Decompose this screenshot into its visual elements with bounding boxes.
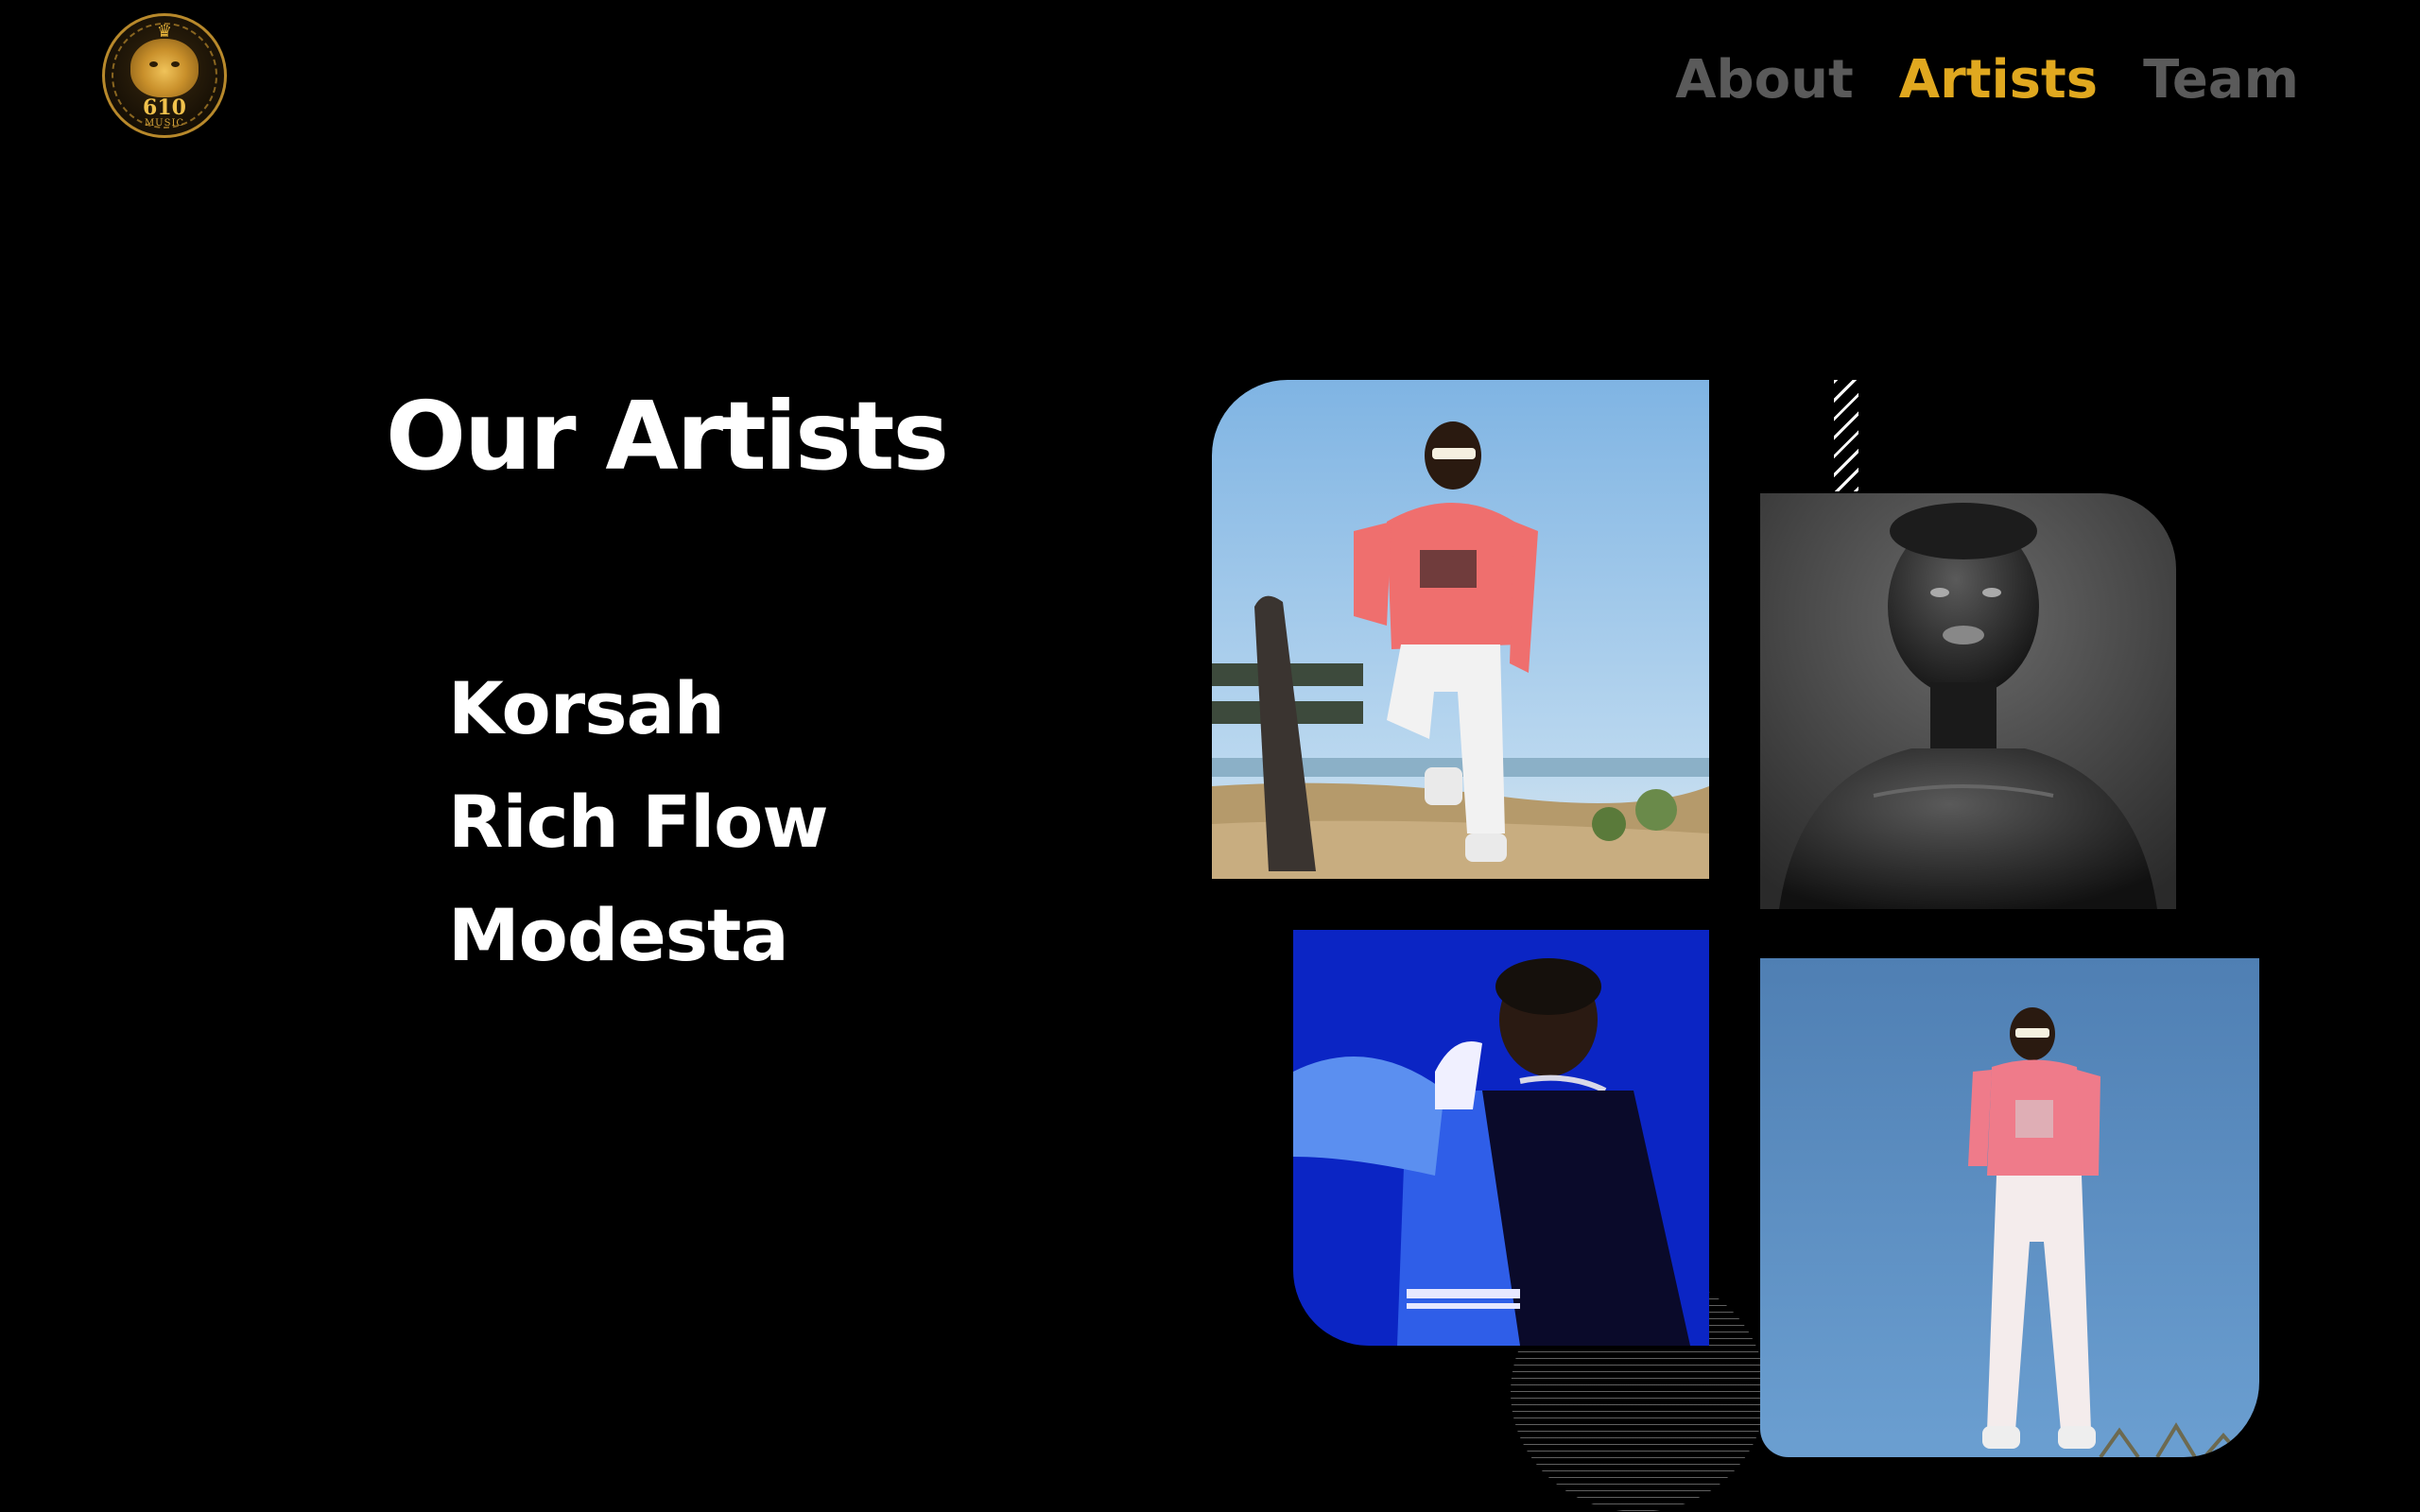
artist-list: Korsah Rich Flow Modesta [448, 652, 829, 992]
artist-photo-bw-portrait[interactable] [1760, 493, 2176, 909]
logo-subtitle: MUSIC [144, 118, 185, 129]
artist-photo-pink-jacket-sky[interactable] [1760, 958, 2259, 1457]
artist-link-korsah[interactable]: Korsah [448, 652, 828, 765]
brand-logo[interactable]: ♛ 610 MUSIC [102, 13, 227, 138]
nav-link-about[interactable]: About [1675, 47, 1854, 113]
artist-photo-blue-jacket[interactable] [1293, 930, 1709, 1346]
lion-icon [130, 39, 199, 97]
photo-illustration [1293, 930, 1709, 1346]
photo-illustration [1760, 958, 2259, 1457]
hatch-decoration [1834, 380, 1858, 491]
photo-illustration [1212, 380, 1709, 879]
logo-number: 610 [143, 95, 186, 120]
page-title: Our Artists [386, 381, 949, 491]
nav-link-artists[interactable]: Artists [1899, 47, 2098, 113]
artist-photo-pink-hoodie-bench[interactable] [1212, 380, 1709, 879]
nav-link-team[interactable]: Team [2143, 47, 2299, 113]
artist-link-rich-flow[interactable]: Rich Flow [448, 765, 829, 879]
artist-link-modesta[interactable]: Modesta [448, 879, 828, 992]
photo-illustration [1760, 493, 2176, 909]
main-nav: About Artists Team [1675, 47, 2299, 113]
page: ♛ 610 MUSIC About Artists Team Our Artis… [0, 0, 2420, 1512]
